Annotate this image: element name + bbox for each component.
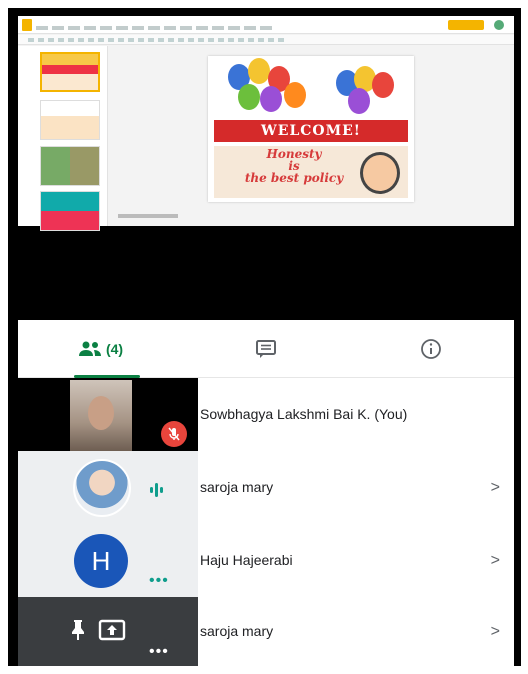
slide-motto-text: Honesty is the best policy — [244, 147, 344, 185]
tab-chat[interactable] — [183, 320, 348, 378]
participant-row[interactable]: Sowbhagya Lakshmi Bai K. (You) — [18, 378, 514, 451]
participant-name: Haju Hajeerabi — [200, 552, 293, 568]
participant-row[interactable]: H ••• Haju Hajeerabi > — [18, 524, 514, 597]
slides-menu-bar — [36, 26, 276, 30]
chevron-right-icon[interactable]: > — [491, 597, 500, 666]
pin-icon[interactable] — [70, 619, 86, 646]
speaking-indicator-icon — [150, 483, 163, 497]
participant-name: saroja mary — [200, 623, 274, 639]
shared-screen-presentation: WELCOME! Honesty is the best policy — [18, 16, 514, 231]
balloon-image — [238, 84, 260, 110]
slide-canvas: WELCOME! Honesty is the best policy — [208, 56, 414, 202]
meet-window: WELCOME! Honesty is the best policy (4) … — [8, 8, 521, 666]
people-icon — [78, 341, 102, 357]
participant-name: saroja mary — [200, 479, 274, 495]
balloon-image — [348, 88, 370, 114]
participant-video-tile — [18, 451, 198, 524]
mic-off-icon — [161, 421, 187, 447]
participant-count: (4) — [105, 341, 124, 357]
participant-video-tile: H ••• — [18, 524, 198, 597]
chevron-right-icon[interactable]: > — [491, 524, 500, 597]
slide-thumbnail — [40, 100, 100, 140]
slide-welcome-banner: WELCOME! — [214, 120, 408, 142]
slide-thumbnail — [40, 52, 100, 92]
slides-present-button — [448, 20, 484, 30]
slides-logo-icon — [22, 19, 32, 31]
panel-tabs: (4) — [18, 320, 514, 378]
balloon-image — [284, 82, 306, 108]
slides-top-bar — [18, 16, 514, 34]
participant-video-tile: ••• — [18, 597, 198, 666]
more-dots-icon: ••• — [149, 643, 169, 660]
balloon-image — [248, 58, 270, 84]
participant-row[interactable]: ••• saroja mary > — [18, 597, 514, 666]
speaker-notes-bar — [118, 214, 178, 218]
cartoon-boy-image — [360, 152, 400, 194]
participant-name: Sowbhagya Lakshmi Bai K. (You) — [200, 406, 408, 422]
avatar — [73, 459, 131, 517]
slides-filmstrip — [18, 46, 108, 231]
presenting-icon — [98, 619, 126, 646]
slides-toolbar — [18, 35, 514, 45]
participant-row[interactable]: saroja mary > — [18, 451, 514, 524]
balloon-image — [372, 72, 394, 98]
participants-panel: (4) Sowbhagya Lakshmi Bai K. (You) saroj… — [18, 320, 514, 666]
participant-video-tile — [18, 378, 198, 451]
slides-account-avatar — [494, 20, 504, 30]
info-icon — [420, 338, 442, 360]
chat-icon — [255, 339, 277, 359]
chevron-right-icon[interactable]: > — [491, 451, 500, 524]
more-dots-icon: ••• — [149, 572, 169, 589]
avatar: H — [74, 534, 128, 588]
tab-people[interactable]: (4) — [18, 320, 183, 378]
balloon-image — [260, 86, 282, 112]
slide-thumbnail — [40, 191, 100, 231]
self-camera-feed — [70, 380, 132, 451]
tab-info[interactable] — [348, 320, 513, 378]
slide-thumbnail — [40, 146, 100, 186]
slide-motto-box: Honesty is the best policy — [214, 146, 408, 198]
